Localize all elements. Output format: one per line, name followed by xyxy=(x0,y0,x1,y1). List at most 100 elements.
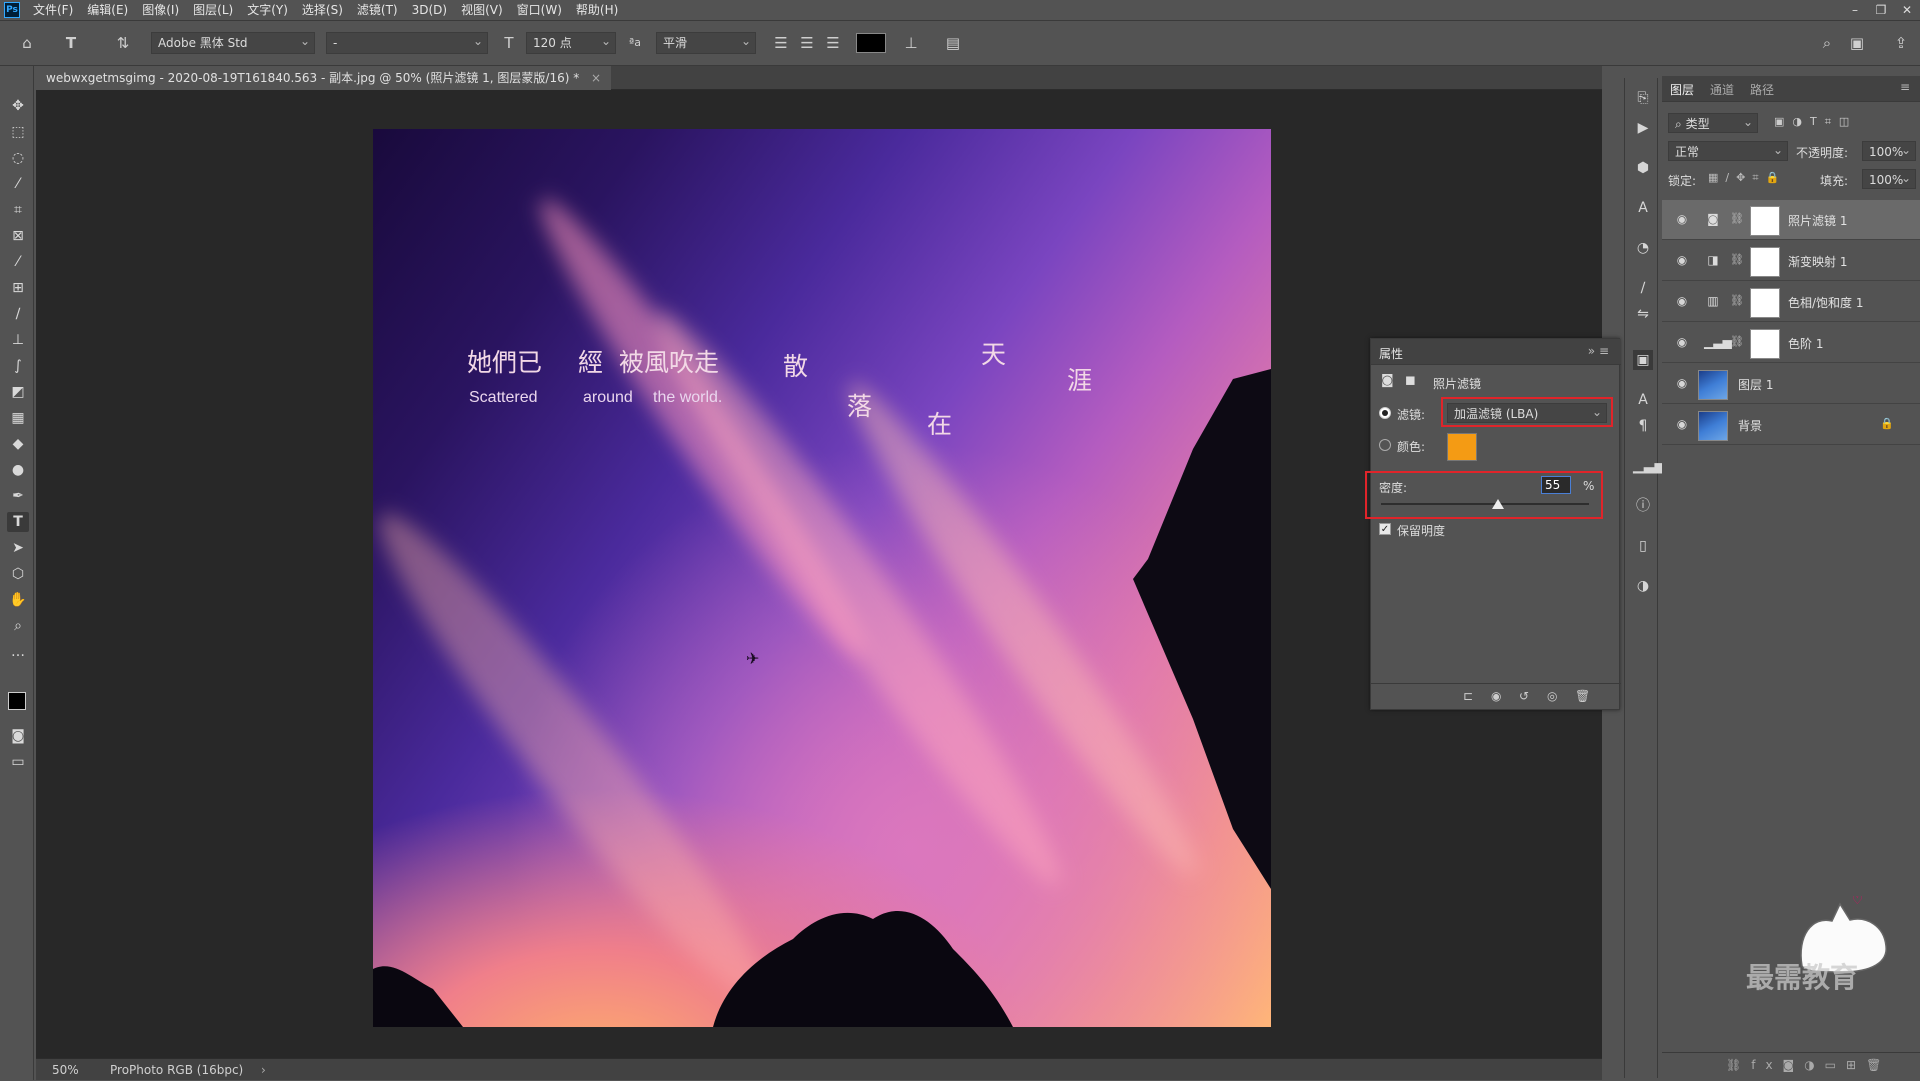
lock-icons[interactable]: ▦∕✥⌗🔒 xyxy=(1708,171,1786,185)
eye-icon[interactable]: ◉ xyxy=(1674,376,1690,392)
pen-tool-icon[interactable]: ✒ xyxy=(7,486,29,506)
brushes-panel-icon[interactable]: ∕ xyxy=(1633,278,1653,298)
restore-icon[interactable]: ❐ xyxy=(1868,0,1894,20)
font-size-select[interactable]: 120 点 xyxy=(526,32,616,54)
blur-tool-icon[interactable]: ◆ xyxy=(7,434,29,454)
layer-filter-icons[interactable]: ▣◑T⌗◫ xyxy=(1774,115,1857,129)
minimize-icon[interactable]: – xyxy=(1842,0,1868,20)
layer-mask-thumbnail[interactable] xyxy=(1750,288,1780,318)
eye-icon[interactable]: ◉ xyxy=(1674,212,1690,228)
actions-panel-icon[interactable]: ▶ xyxy=(1633,118,1653,138)
foreground-color-swatch[interactable] xyxy=(8,692,26,710)
document-tab[interactable]: webwxgetmsgimg - 2020-08-19T161840.563 -… xyxy=(36,66,612,90)
adjust-panel-icon[interactable]: ⇋ xyxy=(1633,304,1653,324)
align-left-icon[interactable]: ☰ xyxy=(770,32,792,54)
clip-to-layer-icon[interactable]: ⊏ xyxy=(1463,689,1473,703)
font-style-select[interactable]: - xyxy=(326,32,488,54)
menu-select[interactable]: 选择(S) xyxy=(295,0,350,20)
layer-row[interactable]: ◉ ▥ ⛓ 色相/饱和度 1 xyxy=(1662,282,1920,322)
frame-tool-icon[interactable]: ⊠ xyxy=(7,226,29,246)
menu-file[interactable]: 文件(F) xyxy=(26,0,80,20)
layers-menu-icon[interactable]: ≡ xyxy=(1900,80,1910,94)
dodge-tool-icon[interactable]: ● xyxy=(7,460,29,480)
menu-filter[interactable]: 滤镜(T) xyxy=(350,0,405,20)
menu-layer[interactable]: 图层(L) xyxy=(186,0,240,20)
shape-tool-icon[interactable]: ⬡ xyxy=(7,564,29,584)
home-icon[interactable]: ⌂ xyxy=(16,32,38,54)
navigator-panel-icon[interactable]: ▯ xyxy=(1633,536,1653,556)
hand-tool-icon[interactable]: ✋ xyxy=(7,590,29,610)
close-icon[interactable]: ✕ xyxy=(1894,0,1920,20)
workspace-icon[interactable]: ▣ xyxy=(1846,32,1868,54)
layer-row[interactable]: ◉ 图层 1 xyxy=(1662,364,1920,404)
layer-mask-thumbnail[interactable] xyxy=(1750,329,1780,359)
screen-mode-icon[interactable]: ▭ xyxy=(7,752,29,772)
3d-panel-icon[interactable]: ⬢ xyxy=(1633,158,1653,178)
share-icon[interactable]: ⇪ xyxy=(1890,32,1912,54)
eye-icon[interactable]: ◉ xyxy=(1674,253,1690,269)
character-panel-icon[interactable]: ▤ xyxy=(942,32,964,54)
type-tool-icon[interactable]: T xyxy=(7,512,29,532)
blend-mode-select[interactable]: 正常 xyxy=(1668,141,1788,161)
stamp-tool-icon[interactable]: ⊥ xyxy=(7,330,29,350)
type-tool-preset-icon[interactable]: T xyxy=(60,32,82,54)
tab-channels[interactable]: 通道 xyxy=(1710,81,1734,98)
color-panel-icon[interactable]: ◑ xyxy=(1633,576,1653,596)
crop-tool-icon[interactable]: ⌗ xyxy=(7,200,29,220)
paragraph-panel-icon[interactable]: ¶ xyxy=(1633,416,1653,436)
layer-mask-thumbnail[interactable] xyxy=(1750,206,1780,236)
tab-paths[interactable]: 路径 xyxy=(1750,81,1774,98)
layer-row[interactable]: ◉ ▁▃▅ ⛓ 色阶 1 xyxy=(1662,323,1920,363)
density-slider-thumb[interactable] xyxy=(1492,499,1504,509)
image-canvas[interactable]: ✈ 她們已 經 被風吹走 散 落 在 天 涯 Scattered around … xyxy=(373,129,1271,1027)
lasso-tool-icon[interactable]: ◌ xyxy=(7,148,29,168)
link-icon[interactable]: ⛓ xyxy=(1730,253,1744,266)
align-right-icon[interactable]: ☰ xyxy=(822,32,844,54)
layer-mask-thumbnail[interactable] xyxy=(1750,247,1780,277)
eyedropper-tool-icon[interactable]: ⁄ xyxy=(7,252,29,272)
panel-menu-icon[interactable]: » ≡ xyxy=(1588,344,1609,358)
opacity-input[interactable]: 100% xyxy=(1862,141,1916,161)
search-icon[interactable]: ⌕ xyxy=(1816,32,1838,54)
eraser-tool-icon[interactable]: ◩ xyxy=(7,382,29,402)
tab-layers[interactable]: 图层 xyxy=(1670,81,1694,98)
view-previous-icon[interactable]: ◉ xyxy=(1491,689,1501,703)
menu-view[interactable]: 视图(V) xyxy=(454,0,510,20)
magic-wand-tool-icon[interactable]: ⁄ xyxy=(7,174,29,194)
status-menu-arrow[interactable]: › xyxy=(261,1059,266,1081)
toggle-orientation-icon[interactable]: ⇅ xyxy=(112,32,134,54)
eye-icon[interactable]: ◉ xyxy=(1674,335,1690,351)
move-tool-icon[interactable]: ✥ xyxy=(7,96,29,116)
gradient-tool-icon[interactable]: ▦ xyxy=(7,408,29,428)
path-selection-tool-icon[interactable]: ➤ xyxy=(7,538,29,558)
antialias-select[interactable]: 平滑 xyxy=(656,32,756,54)
menu-3d[interactable]: 3D(D) xyxy=(405,0,454,20)
preserve-luminosity-checkbox[interactable]: ✓ xyxy=(1379,523,1391,535)
menu-type[interactable]: 文字(Y) xyxy=(240,0,295,20)
link-icon[interactable]: ⛓ xyxy=(1730,294,1744,307)
character-panel-icon[interactable]: A xyxy=(1633,390,1653,410)
warp-text-icon[interactable]: ⊥ xyxy=(900,32,922,54)
layers-footer-icons[interactable]: ⛓fx◙◑▭⊞🗑 xyxy=(1726,1058,1891,1072)
density-slider-track[interactable] xyxy=(1381,503,1589,505)
zoom-tool-icon[interactable]: ⌕ xyxy=(7,616,29,636)
layer-row[interactable]: ◉ ◨ ⛓ 渐变映射 1 xyxy=(1662,241,1920,281)
menu-image[interactable]: 图像(I) xyxy=(135,0,186,20)
layer-image-thumbnail[interactable] xyxy=(1698,370,1728,400)
visibility-icon[interactable]: ◎ xyxy=(1547,689,1557,703)
link-icon[interactable]: ⛓ xyxy=(1730,335,1744,348)
align-center-icon[interactable]: ☰ xyxy=(796,32,818,54)
layer-row[interactable]: ◉ 背景 🔒 xyxy=(1662,405,1920,445)
more-tools-icon[interactable]: … xyxy=(7,642,29,662)
history-brush-tool-icon[interactable]: ∫ xyxy=(7,356,29,376)
link-icon[interactable]: ⛓ xyxy=(1730,212,1744,225)
tab-close-icon[interactable]: × xyxy=(591,71,601,85)
properties-tab[interactable]: 属性 xyxy=(1379,345,1403,362)
fill-input[interactable]: 100% xyxy=(1862,169,1916,189)
histogram-panel-icon[interactable]: ▁▃▅ xyxy=(1633,456,1665,476)
menu-window[interactable]: 窗口(W) xyxy=(510,0,569,20)
eye-icon[interactable]: ◉ xyxy=(1674,294,1690,310)
layer-row[interactable]: ◉ ◙ ⛓ 照片滤镜 1 xyxy=(1662,200,1920,240)
layer-filter-kind[interactable]: ⌕ 类型 xyxy=(1668,113,1758,133)
eye-icon[interactable]: ◉ xyxy=(1674,417,1690,433)
